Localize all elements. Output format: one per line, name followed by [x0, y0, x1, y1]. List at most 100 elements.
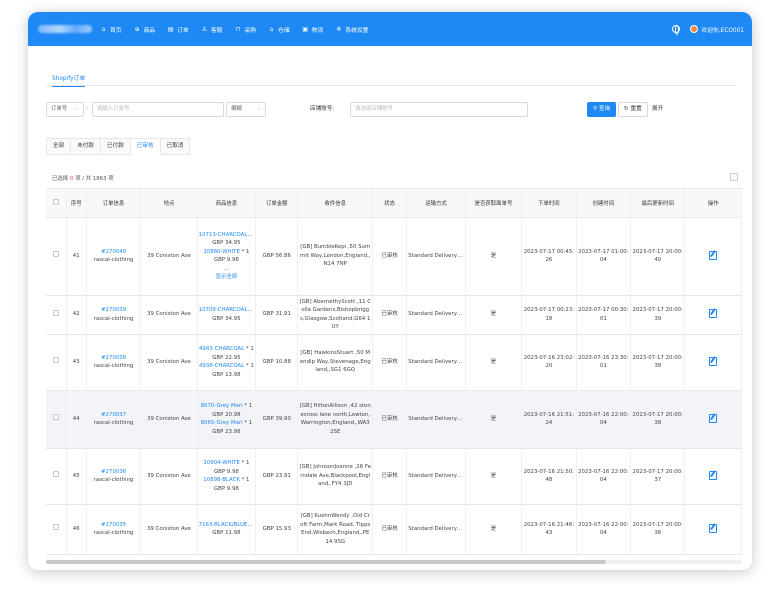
row-checkbox[interactable]: [52, 414, 59, 421]
edit-icon[interactable]: [709, 308, 718, 319]
edit-icon[interactable]: [709, 356, 718, 366]
scrollbar-thumb[interactable]: [46, 560, 606, 564]
selection-prefix: 已选择: [52, 176, 69, 182]
tab-status-1[interactable]: 未付款: [71, 138, 101, 155]
edit-icon[interactable]: [709, 250, 718, 260]
table-row[interactable]: 46 #270035 rascal-clothing 39 Coniston Ave 7…: [46, 504, 742, 555]
home-icon: ⌂: [101, 25, 106, 33]
globe-icon[interactable]: [672, 25, 681, 35]
updated-time: [630, 554, 686, 556]
column-header: 操作: [684, 189, 742, 218]
nav-item-5[interactable]: ⌂ 仓储: [268, 25, 290, 34]
item-line: 10904-WHITE * 1: [199, 459, 254, 468]
match-mode-select[interactable]: 模糊 ⌄: [226, 102, 266, 117]
nav-item-1[interactable]: ⊕ 商品: [134, 25, 156, 34]
top-right-area: 欢迎你,ECO001: [672, 12, 744, 46]
actions-cell: [684, 554, 742, 556]
user-icon: ♙: [201, 25, 208, 33]
item-sku-link[interactable]: 10880-WHITE: [203, 249, 240, 255]
item-sku-link[interactable]: 8070-Grey Marl: [201, 403, 243, 409]
nav-item-7[interactable]: ✲ 系统设置: [335, 25, 368, 34]
nav-item-label: 采购: [244, 27, 257, 34]
select-all-checkbox[interactable]: [52, 198, 59, 205]
order-number-link[interactable]: #270038: [88, 354, 139, 363]
item-sku-link[interactable]: 7163-BLACK/BLUE/PINK: [199, 522, 254, 528]
nav-item-2[interactable]: ▤ 订单: [167, 25, 189, 34]
nav-item-4[interactable]: ⊓ 采购: [234, 25, 256, 34]
item-sku-link[interactable]: 10904-WHITE: [203, 460, 240, 466]
order-number-link[interactable]: #270037: [88, 411, 139, 420]
table-row[interactable]: 10403-CHARCOAL * 1: [46, 554, 742, 556]
edit-icon[interactable]: [709, 523, 718, 533]
recipient-info: [GB] HawkinsStuart ,50 Mendip Way,Steven…: [297, 334, 374, 391]
label-fetched: 是: [465, 334, 523, 391]
settings-icon: ✲: [336, 25, 342, 33]
nav-item-label: 首页: [110, 27, 122, 34]
table-row[interactable]: 45 #270036 rascal-clothing 39 Coniston Ave 1…: [46, 448, 742, 505]
row-index: 44: [66, 390, 87, 449]
recipient-info: [297, 554, 374, 556]
status-text: 已审核: [372, 504, 408, 555]
table-row[interactable]: 44 #270037 rascal-clothing 39 Coniston Ave 8…: [46, 390, 742, 449]
page-tab-strip: Shopify订单: [46, 70, 736, 87]
column-settings-icon[interactable]: ⋮: [730, 173, 738, 181]
item-qty: * 1: [244, 420, 253, 426]
row-checkbox[interactable]: [52, 251, 59, 258]
label-fetched: 是: [465, 295, 523, 335]
row-checkbox[interactable]: [52, 524, 59, 531]
tab-shopify-orders[interactable]: Shopify订单: [52, 73, 86, 87]
chevron-down-icon: ⌄: [256, 106, 261, 112]
order-number-link[interactable]: #270039: [88, 306, 139, 315]
row-checkbox[interactable]: [52, 357, 59, 364]
actions-cell: [684, 390, 742, 449]
reset-button[interactable]: ↻ 重置: [618, 102, 648, 117]
item-price: GBP 13.98: [212, 371, 241, 378]
item-sku-link[interactable]: 10898-BLACK: [203, 477, 240, 483]
item-sku-link[interactable]: 4938-CHARCOAL: [199, 363, 244, 369]
tab-status-3[interactable]: 已审核: [130, 138, 161, 155]
item-line: 10713-CHARCOAL * 1: [199, 231, 254, 240]
order-field-select[interactable]: 订单号 ⌄: [46, 102, 84, 117]
order-number-link[interactable]: #270040: [88, 248, 139, 257]
table-row[interactable]: 43 #270038 rascal-clothing 39 Coniston Ave 4…: [46, 334, 742, 391]
nav-item-0[interactable]: ⌂ 首页: [100, 25, 122, 34]
table-row[interactable]: 41 #270040 rascal-clothing 39 Coniston Ave 1…: [46, 217, 742, 296]
actions-cell: [684, 295, 742, 335]
order-time: 2023-07-16 23:02:20: [521, 334, 577, 391]
avatar[interactable]: [690, 25, 699, 33]
nav-item-6[interactable]: ▣ 物流: [302, 25, 323, 34]
row-checkbox[interactable]: [52, 309, 59, 316]
shop-name: rascal-clothing: [93, 530, 134, 536]
selection-summary: 已选择 0 项 / 共 1863 项: [52, 174, 114, 182]
table-row[interactable]: 42 #270039 rascal-clothing 39 Coniston Ave 1…: [46, 295, 742, 335]
shop-name: rascal-clothing: [93, 477, 134, 483]
search-button[interactable]: ⚲ 查询: [587, 102, 617, 117]
order-number-input[interactable]: 请输入订单号: [92, 102, 224, 117]
shipping-method: Standard Delivery wi...: [406, 504, 466, 555]
user-greeting[interactable]: 欢迎你,ECO001: [701, 25, 744, 34]
item-line: 10709-CHARCOAL * 1: [199, 306, 254, 315]
tab-status-2[interactable]: 已付款: [101, 138, 131, 155]
order-number-link[interactable]: #270035: [88, 521, 139, 530]
edit-icon[interactable]: [709, 413, 718, 423]
order-number-link[interactable]: #270036: [88, 468, 139, 477]
item-sku-link[interactable]: 4943-CHARCOAL: [199, 346, 244, 352]
edit-icon[interactable]: [709, 470, 718, 480]
location: 39 Coniston Ave: [140, 390, 198, 449]
item-sku-link[interactable]: 10709-CHARCOAL: [199, 307, 253, 313]
store-account-input[interactable]: 请选择店铺账号: [350, 102, 528, 117]
items-cell: 8070-Grey Marl * 1 GBP 20.98 8065-Grey Mar…: [197, 390, 257, 449]
order-time: 2023-07-17 00:23:18: [521, 295, 577, 335]
horizontal-scrollbar[interactable]: [46, 560, 742, 564]
updated-time: 2023-07-17 20:00:38: [630, 334, 686, 391]
row-select-cell: [46, 295, 67, 335]
item-sku-link[interactable]: 10713-CHARCOAL: [199, 232, 253, 238]
item-sku-link[interactable]: 8065-Grey Marl: [201, 420, 243, 426]
tab-status-4[interactable]: 已取消: [160, 138, 191, 155]
show-all-link[interactable]: 显示全部: [199, 273, 254, 282]
row-checkbox[interactable]: [52, 471, 59, 478]
tab-status-0[interactable]: 全部: [46, 138, 72, 155]
expand-link[interactable]: 展开: [652, 102, 663, 117]
item-qty: * 1: [244, 403, 253, 409]
nav-item-3[interactable]: ♙ 客服: [201, 25, 223, 34]
